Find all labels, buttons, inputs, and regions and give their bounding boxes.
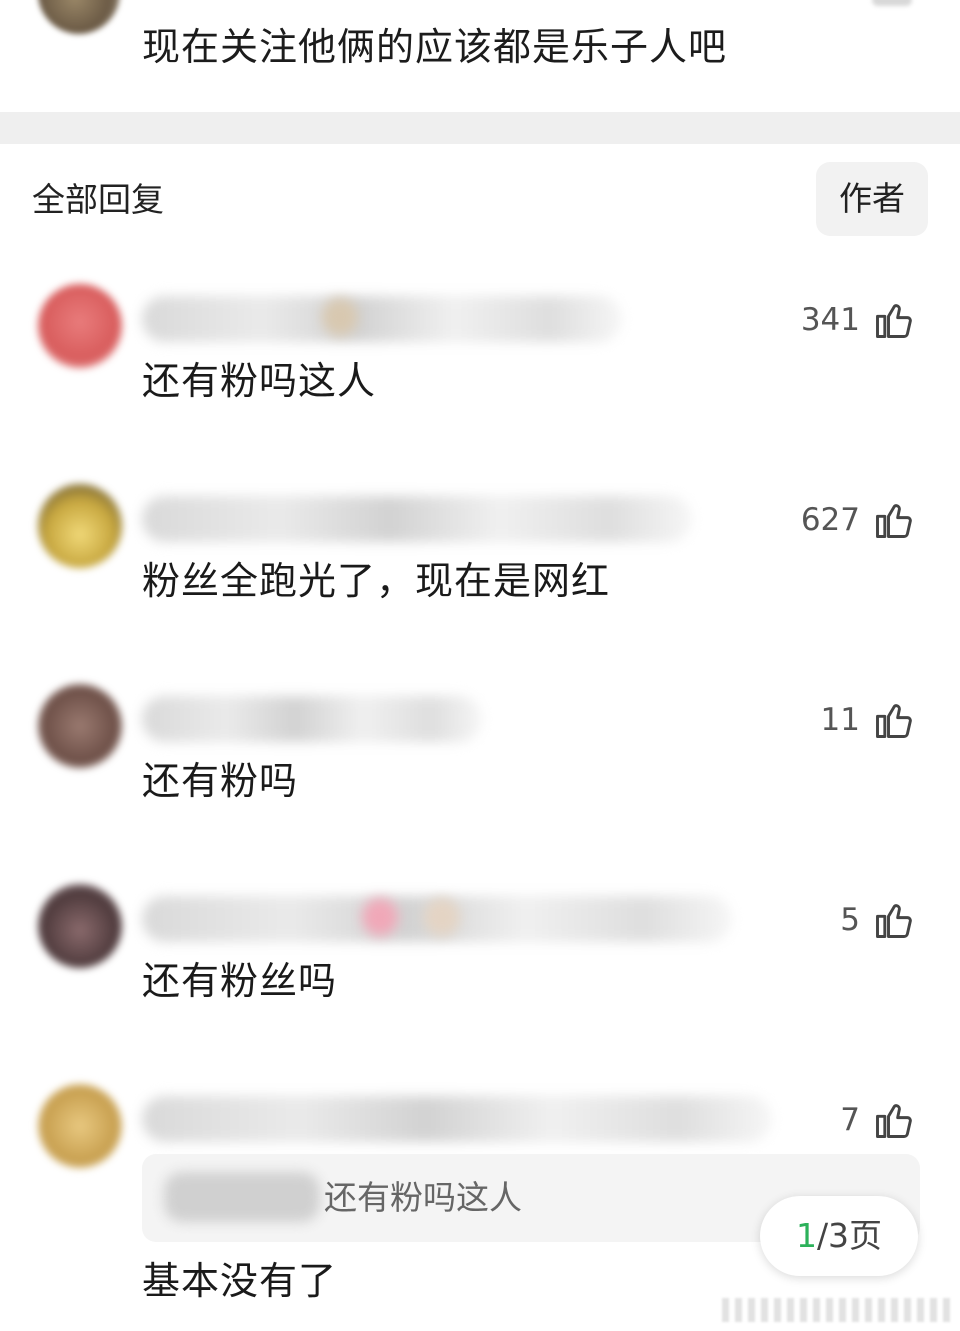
thumbs-up-icon[interactable] (872, 898, 916, 942)
name-badge-icon (362, 898, 398, 936)
avatar[interactable] (38, 284, 122, 368)
name-badge-icon (322, 298, 358, 336)
like-count: 341 (800, 302, 860, 338)
reply-item: 5 还有粉丝吗 (0, 884, 960, 1074)
username-blurred[interactable] (142, 1096, 772, 1142)
avatar[interactable] (38, 484, 122, 568)
reply-item: 341 还有粉吗这人 (0, 284, 960, 474)
page-total: /3页 (816, 1216, 883, 1255)
quoted-reply-text: 还有粉吗这人 (324, 1178, 522, 1217)
thumbs-up-icon[interactable] (872, 1098, 916, 1142)
thumbs-up-icon[interactable] (872, 698, 916, 742)
like-count: 627 (800, 502, 860, 538)
avatar[interactable] (38, 884, 122, 968)
like-count: 11 (820, 702, 860, 738)
like-count: 5 (840, 902, 860, 938)
thumbs-up-icon[interactable] (872, 498, 916, 542)
avatar[interactable] (38, 1084, 122, 1168)
comment-text: 现在关注他俩的应该都是乐子人吧 (142, 25, 728, 69)
replies-header-title: 全部回复 (32, 180, 164, 219)
reply-text: 还有粉丝吗 (142, 959, 338, 1003)
avatar[interactable] (38, 0, 120, 34)
avatar[interactable] (38, 684, 122, 768)
top-comment: 现在关注他俩的应该都是乐子人吧 (0, 0, 960, 112)
author-filter-button[interactable]: 作者 (816, 162, 928, 236)
reply-item: 627 粉丝全跑光了，现在是网红 (0, 484, 960, 674)
quoted-username-blurred (164, 1172, 320, 1222)
reply-text: 基本没有了 (142, 1259, 338, 1303)
name-badge-icon (424, 898, 460, 936)
reply-item: 11 还有粉吗 (0, 684, 960, 874)
username-blurred[interactable] (142, 496, 692, 542)
like-count: 7 (840, 1102, 860, 1138)
page-current: 1 (795, 1216, 817, 1255)
more-options-icon[interactable] (872, 0, 912, 6)
page-indicator[interactable]: 1/3页 (760, 1196, 918, 1276)
thumbs-up-icon[interactable] (872, 298, 916, 342)
reply-text: 还有粉吗这人 (142, 359, 377, 403)
section-divider (0, 112, 960, 144)
reply-text: 粉丝全跑光了，现在是网红 (142, 559, 611, 603)
username-blurred[interactable] (142, 296, 622, 342)
watermark (722, 1298, 952, 1322)
reply-text: 还有粉吗 (142, 759, 299, 803)
username-blurred[interactable] (142, 696, 482, 742)
